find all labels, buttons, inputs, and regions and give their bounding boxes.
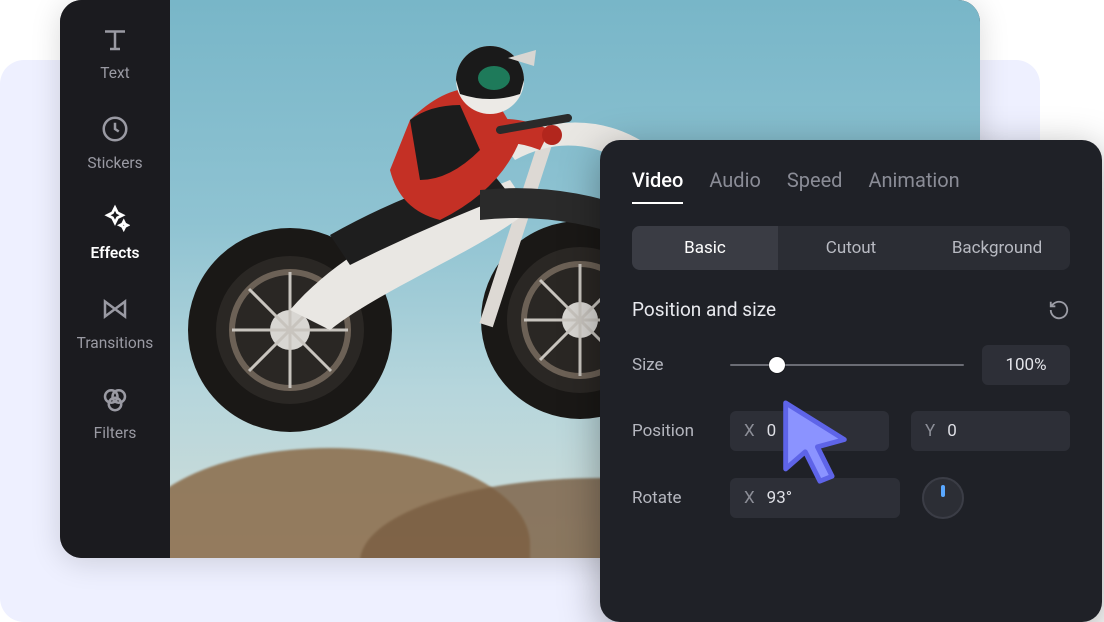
size-label: Size <box>632 355 712 375</box>
axis-label: Y <box>925 421 935 441</box>
sidebar-item-transitions[interactable]: Transitions <box>60 294 170 352</box>
reset-icon[interactable] <box>1048 299 1070 321</box>
position-y-value: 0 <box>947 421 957 441</box>
panel-tabs: Video Audio Speed Animation <box>632 168 1070 204</box>
sidebar: Text Stickers Effects Transitions Filter… <box>60 0 170 558</box>
position-y-field[interactable]: Y 0 <box>911 411 1070 451</box>
subtab-background[interactable]: Background <box>924 226 1070 270</box>
tab-speed[interactable]: Speed <box>787 168 843 204</box>
clock-icon <box>100 114 130 144</box>
axis-label: X <box>744 421 755 441</box>
rotate-value: 93° <box>767 488 792 508</box>
tab-video[interactable]: Video <box>632 168 683 204</box>
rotate-x-field[interactable]: X 93° <box>730 478 900 518</box>
section-title: Position and size <box>632 298 776 321</box>
sidebar-item-text[interactable]: Text <box>60 24 170 82</box>
text-icon <box>100 24 130 54</box>
sidebar-item-label: Effects <box>90 244 139 262</box>
position-label: Position <box>632 421 712 441</box>
bowtie-icon <box>100 294 130 324</box>
rotate-label: Rotate <box>632 488 712 508</box>
position-x-value: 0 <box>767 421 777 441</box>
tab-animation[interactable]: Animation <box>868 168 959 204</box>
properties-panel: Video Audio Speed Animation Basic Cutout… <box>600 140 1102 622</box>
size-slider-thumb[interactable] <box>769 357 785 373</box>
sidebar-item-stickers[interactable]: Stickers <box>60 114 170 172</box>
tab-audio[interactable]: Audio <box>709 168 761 204</box>
size-slider[interactable] <box>730 364 964 366</box>
sidebar-item-effects[interactable]: Effects <box>60 204 170 262</box>
rotate-knob[interactable] <box>922 477 964 519</box>
sidebar-item-label: Stickers <box>87 154 142 172</box>
axis-label: X <box>744 488 755 508</box>
sidebar-item-label: Filters <box>94 424 137 442</box>
sidebar-item-label: Text <box>100 64 129 82</box>
sidebar-item-filters[interactable]: Filters <box>60 384 170 442</box>
subtab-cutout[interactable]: Cutout <box>778 226 924 270</box>
panel-subtabs: Basic Cutout Background <box>632 226 1070 270</box>
position-x-field[interactable]: X 0 <box>730 411 889 451</box>
circles-icon <box>100 384 130 414</box>
size-value[interactable]: 100% <box>982 345 1070 385</box>
sidebar-item-label: Transitions <box>77 334 154 352</box>
sparkle-icon <box>100 204 130 234</box>
subtab-basic[interactable]: Basic <box>632 226 778 270</box>
